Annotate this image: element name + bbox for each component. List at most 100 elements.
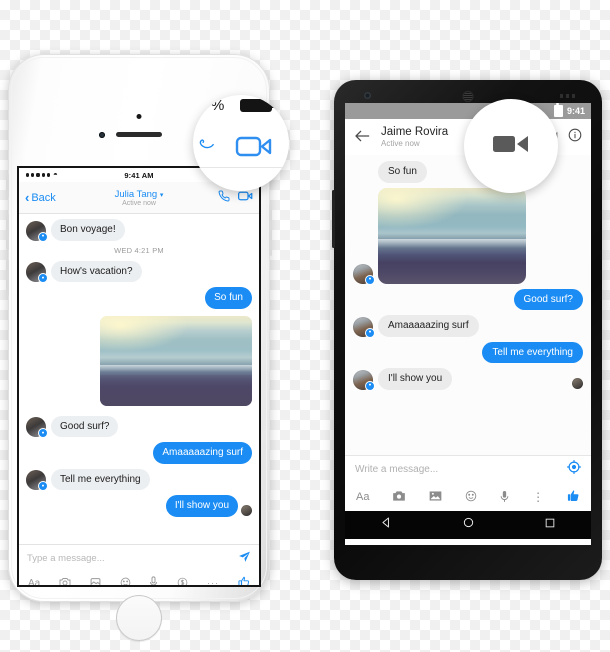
more-options-icon[interactable]: ··· [207, 578, 219, 585]
iphone-home-button[interactable] [116, 595, 162, 641]
text-format-icon[interactable]: Aa [356, 491, 369, 503]
camera-icon[interactable] [392, 490, 406, 504]
messenger-badge-icon: ● [38, 273, 48, 283]
camera-icon[interactable] [59, 577, 71, 585]
back-button-label: Back [31, 191, 56, 204]
message-bubble[interactable]: Amaaaaazing surf [153, 442, 252, 464]
microphone-icon[interactable] [149, 576, 158, 585]
ios-message-thread[interactable]: ● Bon voyage! WED 4:21 PM ● How's vacati… [19, 214, 259, 544]
android-sensor-array [560, 94, 576, 98]
iphone-volume-down-button[interactable] [6, 260, 9, 296]
message-row-incoming: ● How's vacation? [26, 260, 252, 283]
contact-name-label: Julia Tang [114, 188, 158, 200]
text-format-icon[interactable]: Aa [28, 578, 40, 585]
message-row-outgoing: I'll show you [26, 495, 252, 517]
thumbs-up-icon[interactable] [238, 576, 250, 585]
photo-gallery-icon[interactable] [90, 577, 101, 585]
message-bubble[interactable]: Good surf? [513, 288, 583, 310]
android-front-camera [364, 92, 371, 99]
android-navigation-bar [345, 511, 591, 539]
chevron-left-icon: ‹ [25, 190, 30, 205]
battery-icon [553, 103, 563, 117]
message-row-incoming: ● Bon voyage! [26, 219, 252, 242]
message-row-incoming: ● Good surf? [26, 415, 252, 438]
message-bubble[interactable]: So fun [205, 287, 252, 309]
emoji-icon[interactable] [465, 490, 477, 504]
avatar[interactable]: ● [26, 470, 48, 491]
chevron-down-icon: ▾ [159, 191, 164, 199]
overflow-menu-icon[interactable]: ⋮ [532, 491, 544, 503]
location-target-icon[interactable] [566, 459, 582, 479]
message-bubble[interactable]: Tell me everything [51, 468, 150, 490]
battery-icon [240, 99, 275, 112]
message-bubble[interactable]: How's vacation? [51, 260, 142, 282]
avatar[interactable]: ● [26, 262, 48, 283]
messenger-badge-icon: ● [38, 428, 48, 438]
avatar[interactable]: ● [26, 220, 48, 242]
iphone-front-camera [99, 132, 105, 138]
send-paper-plane-icon[interactable] [238, 550, 251, 566]
message-row-incoming: ● Amaaaaazing surf [353, 315, 583, 338]
nav-recents-icon[interactable] [544, 516, 556, 534]
phone-icon [196, 135, 216, 156]
ios-compose-bar: Type a message... [19, 544, 259, 571]
avatar[interactable]: ● [353, 369, 375, 391]
screenshot-stage: ◓ 9:41 AM ‹ Back Julia Tang ▾ Active now… [0, 0, 610, 652]
seen-receipt-avatar [241, 504, 252, 516]
photo-gallery-icon[interactable] [429, 490, 442, 504]
avatar[interactable]: ● [353, 316, 375, 338]
video-camera-icon[interactable] [238, 189, 253, 207]
phone-icon[interactable] [218, 189, 230, 207]
beach-photo[interactable] [100, 315, 252, 406]
iphone-power-button[interactable] [269, 204, 272, 256]
message-row-incoming-photo: ● [353, 187, 583, 285]
iphone-volume-up-button[interactable] [6, 214, 9, 250]
ios-video-call-magnifier: % [193, 95, 289, 191]
ios-magnifier-contents: % [193, 95, 289, 191]
iphone-silent-switch[interactable] [6, 174, 9, 198]
message-bubble[interactable]: Amaaaaazing surf [378, 315, 479, 337]
microphone-icon[interactable] [500, 490, 509, 505]
message-row-outgoing: Amaaaaazing surf [26, 442, 252, 464]
messenger-badge-icon: ● [365, 274, 375, 285]
iphone-proximity-sensor [136, 114, 142, 119]
ios-call-actions [218, 189, 253, 207]
message-bubble[interactable]: Good surf? [51, 415, 119, 437]
video-camera-icon-solid[interactable] [491, 131, 531, 162]
emoji-icon[interactable] [120, 577, 131, 585]
message-bubble[interactable]: Bon voyage! [51, 219, 125, 241]
android-power-button[interactable] [332, 190, 335, 248]
presence-status: Active now [381, 139, 420, 148]
thumbs-up-icon[interactable] [567, 489, 580, 505]
message-input[interactable]: Write a message... [355, 464, 438, 475]
payment-dollar-icon[interactable] [177, 577, 188, 585]
message-row-incoming: ● I'll show you [353, 368, 583, 391]
message-bubble[interactable]: I'll show you [165, 495, 238, 517]
battery-percent-fragment: % [211, 97, 225, 114]
ios-toolbar: Aa ··· [19, 571, 259, 585]
message-row-outgoing: Tell me everything [353, 341, 583, 363]
nav-back-icon[interactable] [380, 516, 393, 534]
messenger-badge-icon: ● [38, 481, 48, 491]
avatar[interactable]: ● [353, 263, 375, 285]
seen-receipt-avatar [572, 377, 583, 389]
beach-photo[interactable] [378, 187, 526, 284]
message-timestamp: WED 4:21 PM [114, 245, 164, 255]
video-camera-icon-outline[interactable] [235, 133, 273, 164]
message-bubble[interactable]: Tell me everything [482, 341, 583, 363]
magnifier-divider [193, 167, 289, 168]
info-circle-icon[interactable] [568, 128, 582, 147]
iphone-earpiece-speaker [116, 132, 162, 137]
android-message-thread[interactable]: So fun ● Good surf? ● Amaaaaazing surf T… [345, 155, 591, 455]
message-bubble[interactable]: I'll show you [378, 368, 453, 390]
android-thread-title-block[interactable]: Jaime Rovira Active now [381, 126, 448, 148]
android-status-time: 9:41 [566, 106, 585, 116]
back-button[interactable]: ‹ Back [25, 190, 56, 205]
messenger-badge-icon: ● [365, 327, 375, 338]
nav-home-icon[interactable] [462, 516, 475, 534]
message-bubble[interactable]: So fun [378, 161, 427, 183]
avatar[interactable]: ● [26, 417, 48, 438]
arrow-left-icon[interactable] [354, 129, 370, 146]
message-row-outgoing: So fun [26, 287, 252, 309]
message-input[interactable]: Type a message... [27, 553, 105, 564]
